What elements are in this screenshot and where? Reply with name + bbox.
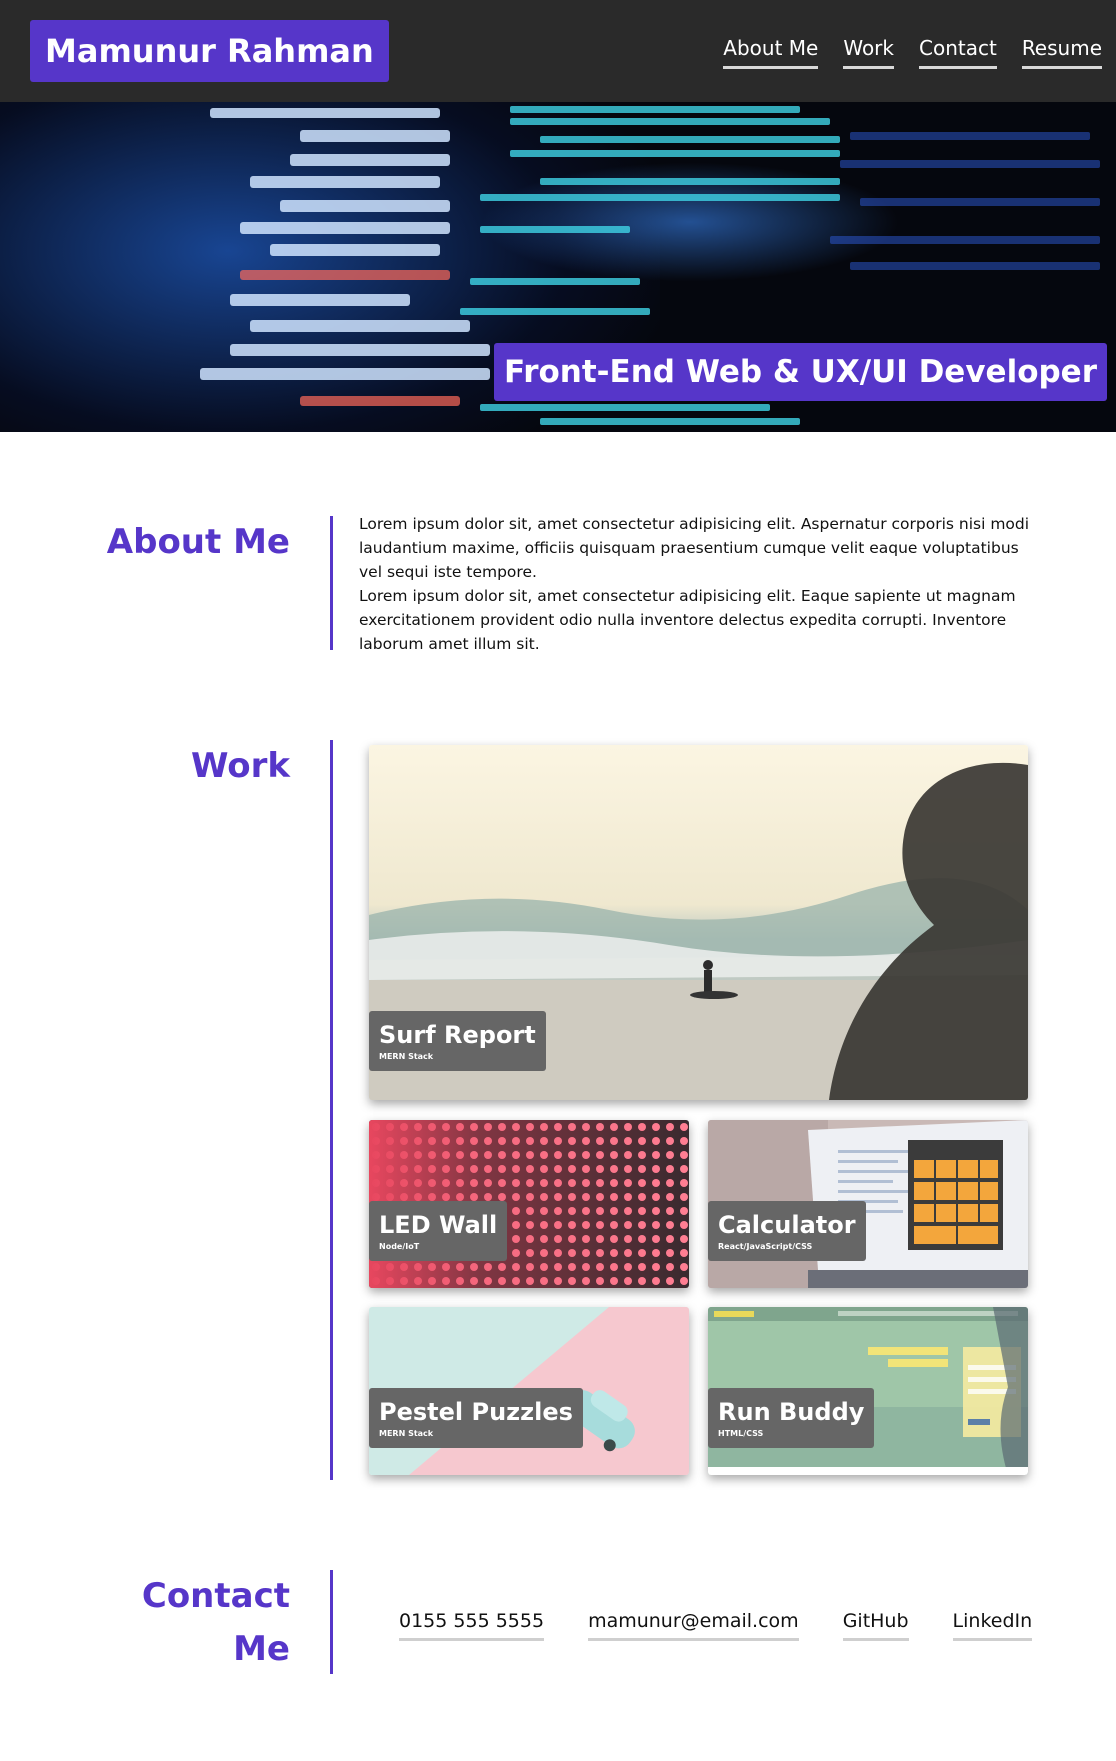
- about-heading: About Me: [106, 522, 290, 562]
- about-divider: [330, 516, 333, 650]
- run-buddy-title: Run Buddy: [718, 1398, 865, 1426]
- hero-title: Front-End Web & UX/UI Developer: [494, 343, 1107, 401]
- pestel-puzzles-label: Pestel Puzzles MERN Stack: [369, 1388, 583, 1448]
- contact-heading-line-2: Me: [233, 1629, 290, 1669]
- contact-github[interactable]: GitHub: [842, 1610, 909, 1641]
- nav-contact[interactable]: Contact: [919, 36, 997, 69]
- contact-phone[interactable]: 0155 555 5555: [399, 1610, 545, 1641]
- calculator-stack: React/JavaScript/CSS: [718, 1242, 813, 1251]
- surf-report-label: Surf Report MERN Stack: [369, 1011, 546, 1071]
- calculator-label: Calculator React/JavaScript/CSS: [708, 1201, 866, 1261]
- contact-heading-line-1: Contact: [141, 1576, 290, 1616]
- nav-about-me[interactable]: About Me: [723, 36, 819, 69]
- site-header: Mamunur Rahman About Me Work Contact Res…: [0, 0, 1116, 102]
- project-card-run-buddy[interactable]: Run Buddy HTML/CSS: [708, 1307, 1028, 1475]
- project-card-pestel-puzzles[interactable]: Pestel Puzzles MERN Stack: [369, 1307, 689, 1475]
- led-wall-label: LED Wall Node/IoT: [369, 1201, 508, 1261]
- contact-heading: Contact Me: [0, 1570, 290, 1676]
- nav-resume[interactable]: Resume: [1021, 36, 1102, 69]
- nav-work[interactable]: Work: [843, 36, 894, 69]
- led-wall-title: LED Wall: [379, 1211, 498, 1239]
- brand-name[interactable]: Mamunur Rahman: [30, 20, 389, 82]
- contact-email[interactable]: mamunur@email.com: [588, 1610, 799, 1641]
- work-heading: Work: [190, 746, 290, 786]
- hero-banner: Front-End Web & UX/UI Developer: [0, 102, 1116, 432]
- calculator-icon: [908, 1140, 1003, 1250]
- about-text: Lorem ipsum dolor sit, amet consectetur …: [359, 512, 1039, 656]
- pestel-puzzles-title: Pestel Puzzles: [379, 1398, 573, 1426]
- calculator-title: Calculator: [718, 1211, 856, 1239]
- surf-report-stack: MERN Stack: [379, 1052, 434, 1061]
- contact-links: 0155 555 5555 mamunur@email.com GitHub L…: [399, 1610, 1033, 1641]
- surf-report-title: Surf Report: [379, 1021, 536, 1049]
- work-divider: [330, 740, 333, 1480]
- contact-divider: [330, 1570, 333, 1674]
- main-nav: About Me Work Contact Resume: [723, 36, 1102, 69]
- project-card-surf-report[interactable]: Surf Report MERN Stack: [369, 745, 1028, 1100]
- pestel-puzzles-stack: MERN Stack: [379, 1429, 434, 1438]
- run-buddy-stack: HTML/CSS: [718, 1429, 764, 1438]
- about-paragraph-1: Lorem ipsum dolor sit, amet consectetur …: [359, 515, 1030, 581]
- project-card-led-wall[interactable]: LED Wall Node/IoT: [369, 1120, 689, 1288]
- about-paragraph-2: Lorem ipsum dolor sit, amet consectetur …: [359, 587, 1016, 653]
- led-wall-stack: Node/IoT: [379, 1242, 420, 1251]
- run-buddy-label: Run Buddy HTML/CSS: [708, 1388, 875, 1448]
- project-card-calculator[interactable]: Calculator React/JavaScript/CSS: [708, 1120, 1028, 1288]
- contact-linkedin[interactable]: LinkedIn: [952, 1610, 1033, 1641]
